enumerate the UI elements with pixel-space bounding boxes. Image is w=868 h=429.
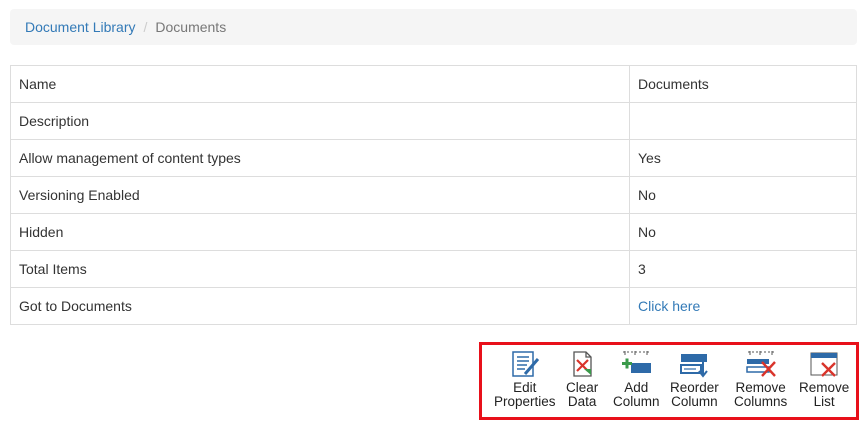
table-row: Hidden No [10,213,857,251]
property-value: Click here [629,287,857,325]
remove-list-label-line1: Remove [799,380,850,395]
property-value [629,102,857,140]
edit-properties-icon [512,351,539,377]
property-value: No [629,213,857,251]
reorder-column-button[interactable]: Reorder Column [670,350,719,409]
property-value: No [629,176,857,214]
property-label: Allow management of content types [10,139,630,177]
property-label: Hidden [10,213,630,251]
property-label: Description [10,102,630,140]
clear-data-button[interactable]: Clear Data [566,350,598,409]
clear-data-label-line1: Clear [566,380,599,395]
edit-properties-button[interactable]: Edit Properties [494,350,556,409]
table-row: Description [10,102,857,140]
property-value: 3 [629,250,857,288]
table-row: Got to Documents Click here [10,287,857,325]
table-row: Name Documents [10,65,857,103]
property-label: Versioning Enabled [10,176,630,214]
list-properties-table: Name Documents Description Allow managem… [10,65,857,325]
property-label: Name [10,65,630,103]
reorder-column-label-line1: Reorder [670,380,719,395]
breadcrumb: Document Library / Documents [10,9,857,45]
table-row: Allow management of content types Yes [10,139,857,177]
remove-list-button[interactable]: Remove List [799,350,849,409]
remove-columns-label-line1: Remove [735,380,786,395]
remove-list-label-line2: List [813,394,835,409]
clear-data-label-line2: Data [567,394,597,409]
reorder-column-label-line2: Column [671,394,718,409]
edit-properties-label-line2: Properties [494,394,556,409]
add-column-label-line1: Add [624,380,649,395]
property-value: Documents [629,65,857,103]
add-column-label-line2: Column [613,394,660,409]
property-label: Total Items [10,250,630,288]
remove-columns-button[interactable]: Remove Columns [734,350,787,409]
property-value: Yes [629,139,857,177]
add-column-icon [622,351,652,373]
edit-properties-label-line1: Edit [513,380,537,395]
clear-data-icon [573,351,592,377]
remove-list-icon [810,352,838,377]
breadcrumb-document-library-link[interactable]: Document Library [25,19,136,35]
remove-columns-label-line2: Columns [734,394,788,409]
table-row: Total Items 3 [10,250,857,288]
reorder-column-icon [680,354,709,378]
go-to-documents-link[interactable]: Click here [638,298,700,314]
property-label: Got to Documents [10,287,630,325]
list-actions-toolbar: Edit Properties Clear Data Add Column Re… [479,342,859,420]
breadcrumb-separator: / [143,19,148,35]
remove-columns-icon [745,351,776,377]
table-row: Versioning Enabled No [10,176,857,214]
add-column-button[interactable]: Add Column [613,350,660,409]
breadcrumb-current: Documents [155,19,227,35]
